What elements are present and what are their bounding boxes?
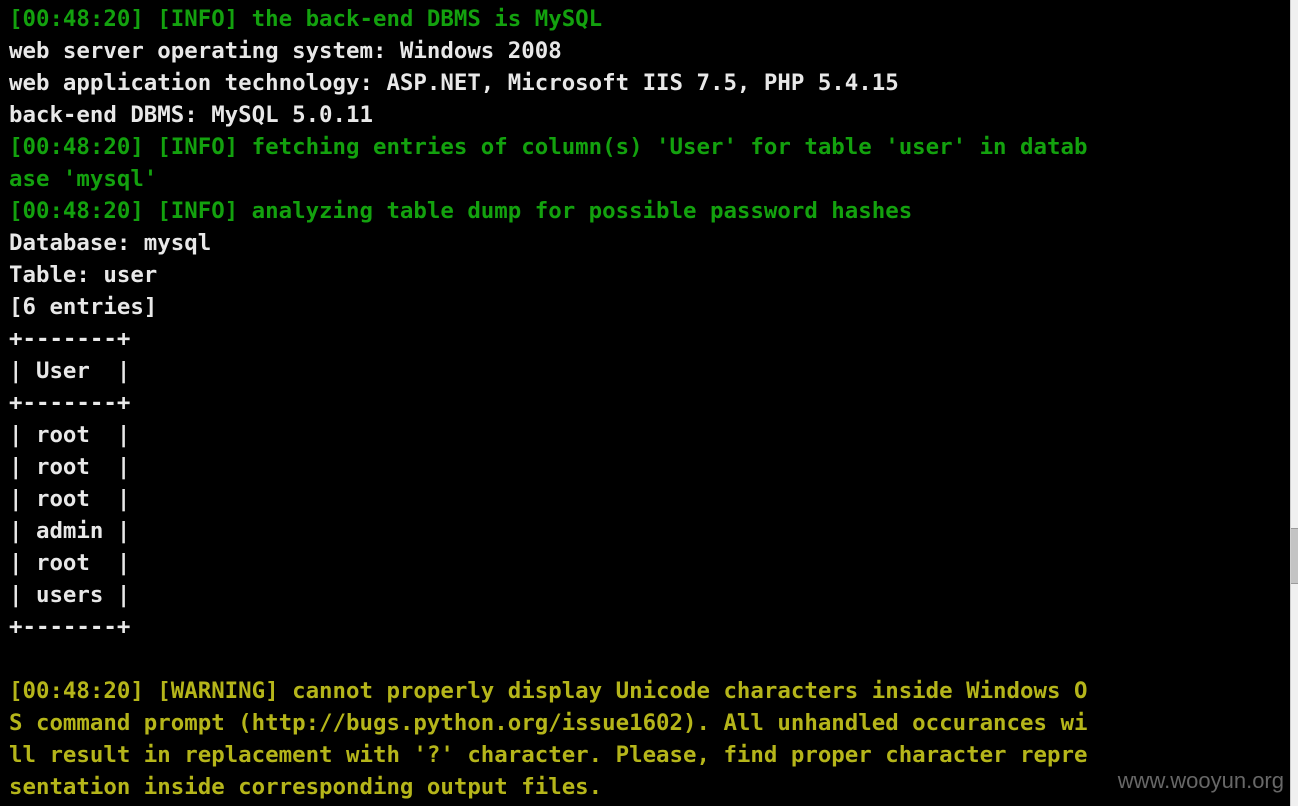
table-row: | admin | (9, 518, 131, 544)
vertical-scrollbar[interactable] (1290, 0, 1298, 806)
console-line-entries-count: [6 entries] (9, 294, 158, 320)
table-border: +-------+ (9, 614, 131, 640)
table-row: | root | (9, 550, 131, 576)
console-line-info: ase 'mysql' (9, 166, 158, 192)
console-line: web server operating system: Windows 200… (9, 38, 562, 64)
console-line-info: [00:48:20] [INFO] the back-end DBMS is M… (9, 6, 603, 32)
table-border: +-------+ (9, 326, 131, 352)
scrollbar-thumb[interactable] (1291, 528, 1298, 584)
table-row: | users | (9, 582, 131, 608)
console-window[interactable]: [00:48:20] [INFO] the back-end DBMS is M… (0, 0, 1290, 806)
table-header-row: | User | (9, 358, 131, 384)
console-line-database: Database: mysql (9, 230, 212, 256)
console-line: web application technology: ASP.NET, Mic… (9, 70, 899, 96)
table-border: +-------+ (9, 390, 131, 416)
console-line-table: Table: user (9, 262, 158, 288)
console-line-warning: [00:48:20] [WARNING] cannot properly dis… (9, 678, 1088, 704)
table-row: | root | (9, 454, 131, 480)
table-row: | root | (9, 486, 131, 512)
console-line-warning: ll result in replacement with '?' charac… (9, 742, 1088, 768)
console-output: [00:48:20] [INFO] the back-end DBMS is M… (9, 3, 1087, 803)
console-line-warning: sentation inside corresponding output fi… (9, 774, 603, 800)
table-row: | root | (9, 422, 131, 448)
console-line-info: [00:48:20] [INFO] analyzing table dump f… (9, 198, 913, 224)
console-line-warning: S command prompt (http://bugs.python.org… (9, 710, 1088, 736)
console-line: back-end DBMS: MySQL 5.0.11 (9, 102, 373, 128)
watermark: www.wooyun.org (1117, 768, 1284, 793)
console-line-info: [00:48:20] [INFO] fetching entries of co… (9, 134, 1088, 160)
